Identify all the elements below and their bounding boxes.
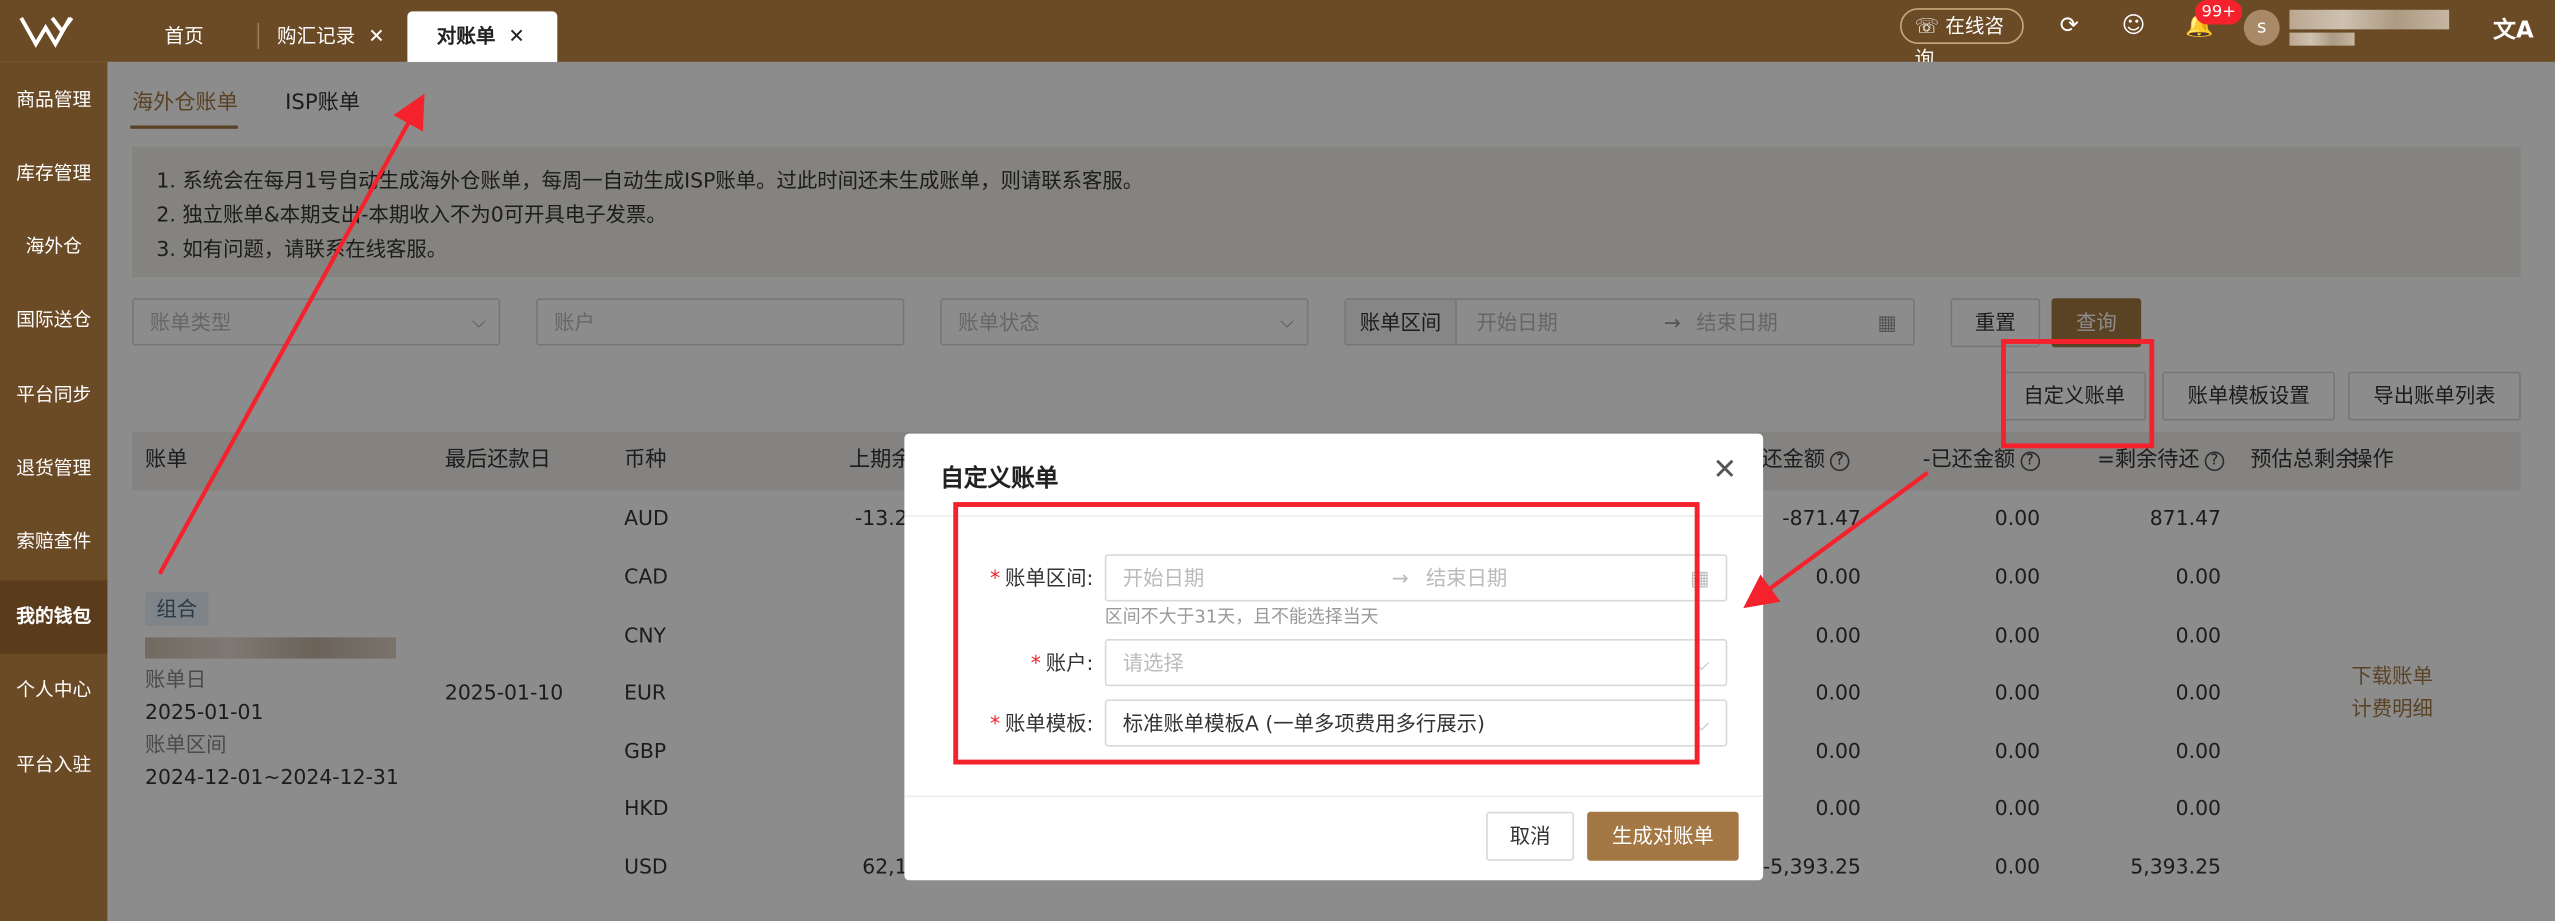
blurred-user-id: [2289, 32, 2355, 46]
online-consult-button[interactable]: ☏ 在线咨询: [1899, 8, 2024, 70]
tab-exchange-records-label: 购汇记录: [277, 24, 356, 48]
sidebar-item-intl-delivery[interactable]: 国际送仓: [0, 284, 108, 357]
annotation-box-dialog-form: [953, 502, 1700, 765]
sidebar-item-inventory[interactable]: 库存管理: [0, 137, 108, 210]
generate-statement-button[interactable]: 生成对账单: [1587, 811, 1739, 861]
sidebar-item-returns[interactable]: 退货管理: [0, 432, 108, 505]
sidebar-item-profile[interactable]: 个人中心: [0, 654, 108, 727]
tab-statement[interactable]: 对账单 ✕: [407, 11, 558, 62]
translate-icon[interactable]: 文A: [2493, 13, 2533, 46]
smile-icon[interactable]: ☺: [2122, 13, 2146, 39]
tab-exchange-records[interactable]: 购汇记录 ✕: [277, 11, 385, 62]
close-icon[interactable]: ✕: [368, 24, 384, 47]
tab-statement-label: 对账单: [436, 24, 496, 48]
tab-home[interactable]: 首页: [147, 11, 222, 62]
headset-icon: ☏: [1914, 14, 1940, 38]
dialog-footer-divider: [904, 795, 1764, 798]
dialog-title: 自定义账单: [940, 466, 1059, 493]
blurred-username: [2289, 9, 2450, 30]
sidebar: 商品管理 库存管理 海外仓 国际送仓 平台同步 退货管理 索赔查件 我的钱包 个…: [0, 61, 108, 921]
refresh-icon[interactable]: ⟳: [2060, 13, 2079, 39]
notification-badge: 99+: [2194, 0, 2243, 25]
tab-divider: [257, 22, 260, 49]
app-window: 首页 购汇记录 ✕ 对账单 ✕ ☏ 在线咨询 ⟳ ☺ 🔔 99+ s 文A 商品管理…: [0, 0, 2555, 921]
close-icon[interactable]: ✕: [1712, 453, 1737, 487]
sidebar-item-claims[interactable]: 索赔查件: [0, 505, 108, 578]
sidebar-item-platform-sync[interactable]: 平台同步: [0, 359, 108, 432]
avatar[interactable]: s: [2243, 9, 2280, 46]
sidebar-item-wallet[interactable]: 我的钱包: [0, 580, 108, 654]
brand-logo-icon: [19, 16, 74, 48]
top-bar: 首页 购汇记录 ✕ 对账单 ✕ ☏ 在线咨询 ⟳ ☺ 🔔 99+ s 文A: [0, 0, 2555, 70]
sidebar-item-products[interactable]: 商品管理: [0, 64, 108, 137]
sidebar-item-platform-join[interactable]: 平台入驻: [0, 729, 108, 802]
tab-home-label: 首页: [164, 24, 204, 48]
cancel-button[interactable]: 取消: [1486, 811, 1575, 861]
annotation-box-custom-bill: [2001, 339, 2155, 449]
sidebar-item-overseas-warehouse[interactable]: 海外仓: [0, 210, 108, 283]
close-icon[interactable]: ✕: [508, 24, 524, 47]
